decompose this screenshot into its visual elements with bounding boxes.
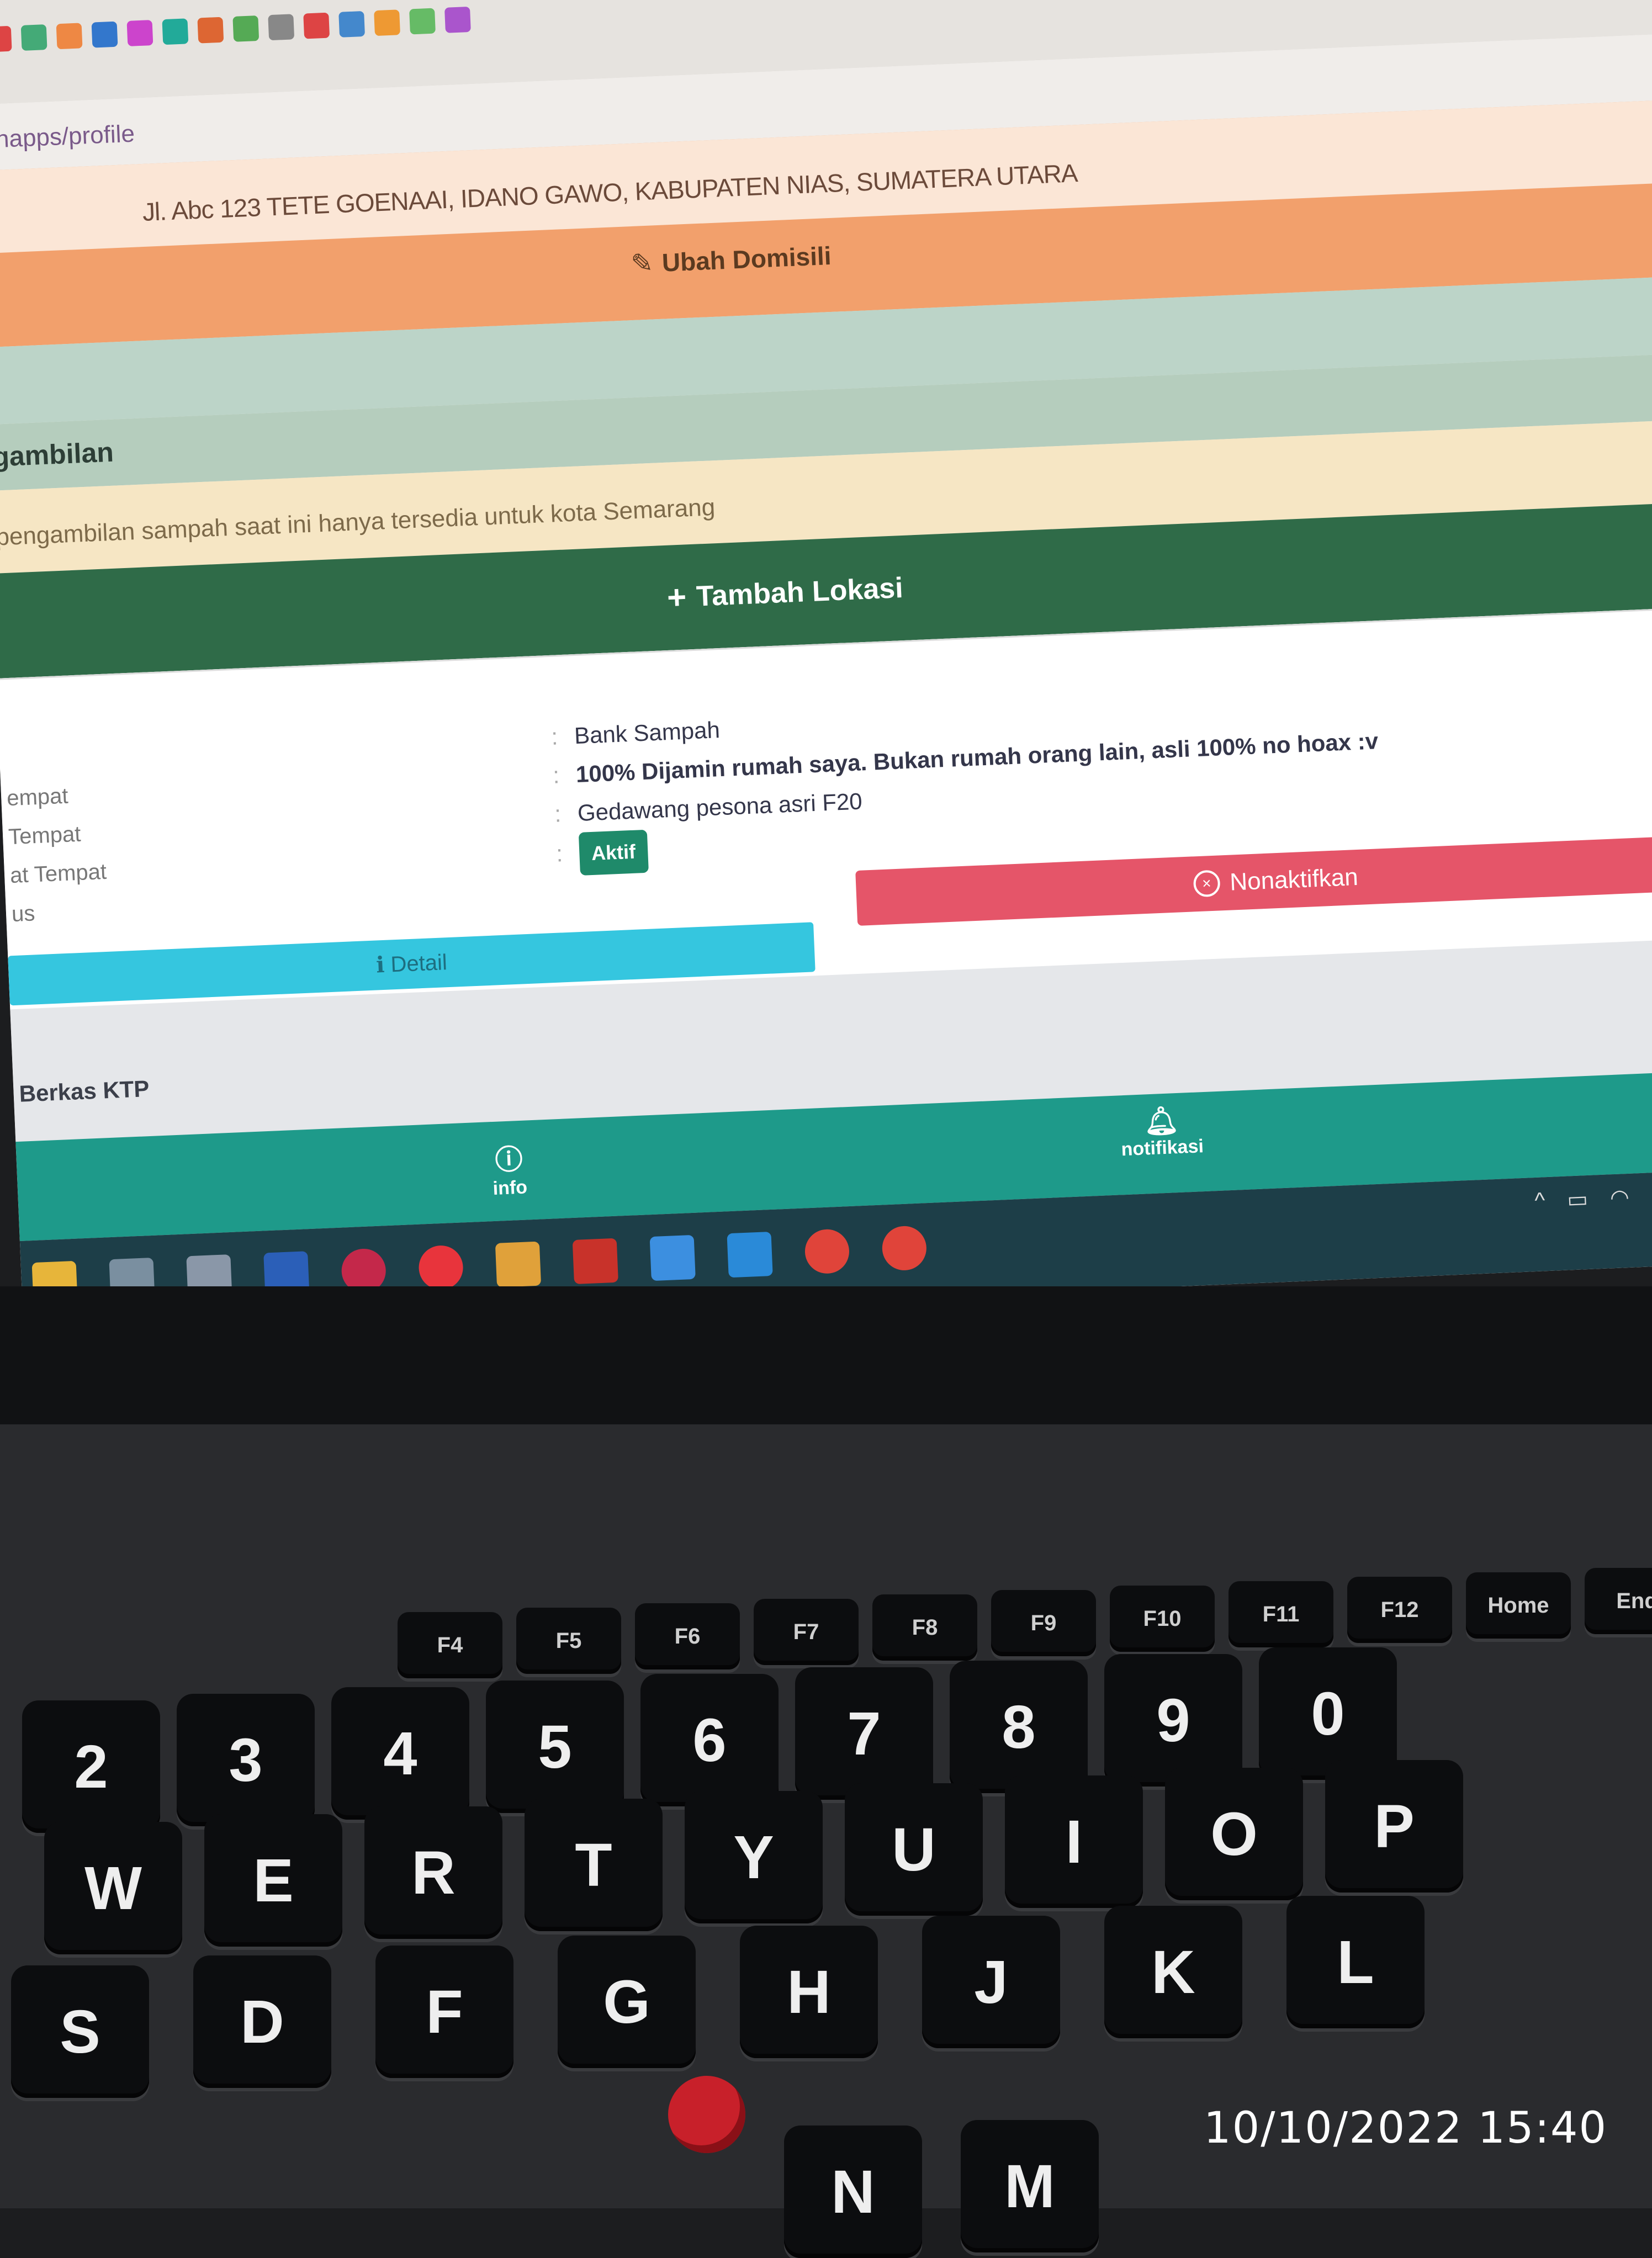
- bookmark-icon[interactable]: [56, 23, 83, 50]
- key-f7[interactable]: F7: [754, 1599, 859, 1665]
- field-label: Tempat: [8, 821, 82, 850]
- key-f4[interactable]: F4: [398, 1612, 502, 1678]
- key-p[interactable]: P: [1325, 1760, 1463, 1893]
- address-url[interactable]: inapps/profile: [0, 120, 135, 154]
- key-home[interactable]: Home: [1466, 1572, 1571, 1639]
- bookmark-icons: [0, 6, 471, 52]
- vscode-icon[interactable]: [727, 1232, 773, 1278]
- bookmark-icon[interactable]: [374, 9, 401, 36]
- key-u[interactable]: U: [845, 1783, 983, 1916]
- field-values: : Bank Sampah :100% Dijamin rumah saya. B…: [550, 683, 1383, 876]
- bookmark-icon[interactable]: [303, 12, 330, 39]
- network-icon[interactable]: ◠: [1609, 1185, 1630, 1211]
- key-5[interactable]: 5: [486, 1681, 624, 1813]
- pengambilan-title: gambilan: [0, 436, 114, 473]
- field-labels: empat Tempat at Tempat us: [6, 775, 109, 934]
- ubah-domisili-button[interactable]: ✎ Ubah Domisili: [631, 240, 832, 279]
- x-circle-icon: ×: [1193, 870, 1221, 898]
- system-tray: ^ ▭ ◠ ≋ ◁: [1534, 1181, 1652, 1214]
- key-3[interactable]: 3: [177, 1694, 315, 1826]
- opera-icon[interactable]: [417, 1244, 464, 1291]
- key-f9[interactable]: F9: [991, 1590, 1096, 1656]
- key-s[interactable]: S: [11, 1965, 149, 2098]
- key-f8[interactable]: F8: [872, 1594, 977, 1661]
- key-4[interactable]: 4: [331, 1687, 469, 1820]
- key-e[interactable]: E: [204, 1814, 342, 1947]
- bookmark-icon[interactable]: [409, 8, 436, 35]
- bookmark-icon[interactable]: [444, 6, 471, 33]
- info-circle-icon: ⓘ: [494, 1143, 523, 1176]
- bookmark-icon[interactable]: [91, 21, 118, 48]
- tambah-lokasi-label: Tambah Lokasi: [695, 571, 904, 613]
- key-k[interactable]: K: [1104, 1906, 1242, 2038]
- bookmark-icon[interactable]: [232, 15, 260, 42]
- key-6[interactable]: 6: [640, 1674, 779, 1806]
- detail-label: Detail: [390, 950, 448, 977]
- domisili-address: Jl. Abc 123 TETE GOENAAI, IDANO GAWO, KA…: [141, 158, 1078, 227]
- field-label: at Tempat: [9, 859, 107, 888]
- key-r[interactable]: R: [364, 1806, 502, 1939]
- notice-text: pengambilan sampah saat ini hanya tersed…: [0, 494, 716, 551]
- key-w[interactable]: W: [44, 1822, 182, 1954]
- status-badge: Aktif: [578, 829, 649, 876]
- bookmark-icon[interactable]: [197, 17, 224, 44]
- nav-info-label: info: [492, 1176, 528, 1200]
- key-f11[interactable]: F11: [1229, 1581, 1333, 1647]
- field-label: us: [11, 901, 36, 927]
- filezilla-icon[interactable]: [572, 1238, 618, 1285]
- key-8[interactable]: 8: [950, 1661, 1088, 1793]
- app-icon[interactable]: [649, 1234, 696, 1281]
- key-f5[interactable]: F5: [516, 1608, 621, 1674]
- key-n[interactable]: N: [784, 2126, 922, 2258]
- battery-icon[interactable]: ▭: [1566, 1186, 1589, 1213]
- key-l[interactable]: L: [1286, 1896, 1425, 2028]
- chevron-up-icon[interactable]: ^: [1534, 1188, 1546, 1214]
- key-d[interactable]: D: [193, 1955, 331, 2088]
- lokasi-type: Bank Sampah: [574, 717, 721, 749]
- chrome-icon[interactable]: [881, 1225, 928, 1271]
- bookmark-icon[interactable]: [338, 10, 366, 38]
- nav-notifikasi-label: notifikasi: [1120, 1136, 1204, 1160]
- key-f6[interactable]: F6: [635, 1603, 740, 1669]
- key-end[interactable]: End: [1585, 1568, 1652, 1634]
- key-9[interactable]: 9: [1104, 1654, 1242, 1787]
- key-h[interactable]: H: [740, 1926, 878, 2058]
- plus-icon: +: [666, 578, 687, 616]
- bell-icon: 🔔︎: [1143, 1104, 1180, 1137]
- key-o[interactable]: O: [1165, 1768, 1303, 1900]
- screen-bezel: [0, 1286, 1652, 1424]
- nav-notifikasi[interactable]: 🔔︎ notifikasi: [1119, 1103, 1204, 1160]
- nav-info[interactable]: ⓘ info: [491, 1137, 528, 1200]
- key-2[interactable]: 2: [22, 1700, 160, 1833]
- trackpoint[interactable]: [668, 2076, 745, 2153]
- laptop-screen: ⇪ ☆ inapps/profile Jl. Abc 123 TETE GOEN…: [0, 0, 1652, 1335]
- field-label: empat: [6, 783, 69, 811]
- bookmark-icon[interactable]: [20, 24, 47, 51]
- key-t[interactable]: T: [525, 1799, 663, 1931]
- lokasi-address: Gedawang pesona asri F20: [576, 788, 863, 826]
- bookmark-icon[interactable]: [162, 18, 189, 45]
- key-i[interactable]: I: [1005, 1775, 1143, 1908]
- key-7[interactable]: 7: [795, 1667, 933, 1800]
- key-f[interactable]: F: [375, 1946, 513, 2078]
- bookmark-icon[interactable]: [268, 14, 295, 41]
- key-j[interactable]: J: [922, 1916, 1060, 2048]
- key-f10[interactable]: F10: [1110, 1586, 1215, 1652]
- app-icon[interactable]: [495, 1241, 542, 1287]
- berkas-ktp-title: Berkas KTP: [18, 1075, 150, 1107]
- photo-timestamp: 10/10/2022 15:40: [1204, 2103, 1608, 2153]
- key-y[interactable]: Y: [685, 1791, 823, 1923]
- nonaktifkan-label: Nonaktifkan: [1229, 863, 1359, 896]
- key-f12[interactable]: F12: [1347, 1577, 1452, 1643]
- key-g[interactable]: G: [558, 1936, 696, 2068]
- info-icon: ℹ: [375, 952, 391, 978]
- bookmark-icon[interactable]: [0, 25, 12, 52]
- ubah-domisili-label: Ubah Domisili: [661, 241, 832, 277]
- bookmark-icon[interactable]: [126, 20, 153, 46]
- key-m[interactable]: M: [961, 2120, 1099, 2252]
- pencil-icon: ✎: [630, 248, 654, 279]
- chrome-icon[interactable]: [804, 1228, 850, 1275]
